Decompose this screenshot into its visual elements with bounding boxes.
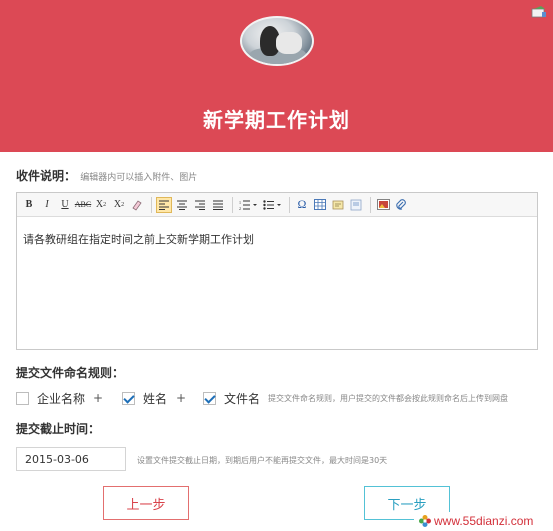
special-char-icon[interactable]: Ω	[294, 197, 310, 213]
naming-option-filename[interactable]: 文件名	[203, 390, 260, 407]
editor-content[interactable]: 请各教研组在指定时间之前上交新学期工作计划	[17, 217, 537, 261]
table-icon[interactable]	[312, 197, 328, 213]
collect-label-row: 收件说明： 编辑器内可以插入附件、图片	[16, 167, 197, 184]
image-icon[interactable]	[375, 197, 391, 213]
deadline-date-input[interactable]	[16, 447, 126, 471]
filename-checkbox[interactable]	[203, 392, 216, 405]
eraser-icon[interactable]	[129, 197, 145, 213]
italic-icon[interactable]: I	[39, 197, 55, 213]
flower-logo-icon	[419, 515, 431, 527]
naming-option-company[interactable]: 企业名称	[16, 390, 85, 407]
attachment-icon[interactable]	[393, 197, 409, 213]
site-watermark: www.55dianzi.com	[414, 512, 553, 531]
collect-hint: 编辑器内可以插入附件、图片	[80, 173, 198, 183]
company-checkbox[interactable]	[16, 392, 29, 405]
filename-label: 文件名	[224, 392, 261, 406]
subscript-icon[interactable]: X2	[111, 197, 127, 213]
align-right-icon[interactable]	[192, 197, 208, 213]
rich-text-editor[interactable]: B I U ABC X2 X2 12 Ω 请各教研组在指定时间之前上交新学期工作…	[16, 192, 538, 350]
align-justify-icon[interactable]	[210, 197, 226, 213]
svg-text:2: 2	[239, 206, 241, 210]
unordered-list-icon[interactable]	[261, 197, 283, 213]
bold-icon[interactable]: B	[21, 197, 37, 213]
skin-icon[interactable]	[531, 6, 547, 18]
name-checkbox[interactable]	[122, 392, 135, 405]
editor-toolbar: B I U ABC X2 X2 12 Ω	[17, 193, 537, 217]
deadline-label: 提交截止时间：	[16, 422, 101, 436]
name-label: 姓名	[143, 392, 168, 406]
deadline-hint: 设置文件提交截止日期，到期后用户不能再提交文件，最大时间是30天	[137, 456, 388, 465]
naming-hint: 提交文件命名规则，用户提交的文件都会按此规则命名后上传到网盘	[268, 394, 508, 403]
avatar	[240, 16, 314, 66]
naming-option-name[interactable]: 姓名	[122, 390, 167, 407]
emotion-icon[interactable]	[330, 197, 346, 213]
template-icon[interactable]	[348, 197, 364, 213]
underline-icon[interactable]: U	[57, 197, 73, 213]
svg-text:1: 1	[239, 200, 241, 205]
prev-step-button[interactable]: 上一步	[103, 486, 189, 520]
company-label: 企业名称	[37, 392, 86, 406]
align-left-icon[interactable]	[156, 196, 172, 213]
plus-sign: +	[176, 391, 187, 405]
collect-label: 收件说明：	[16, 169, 77, 183]
page-title: 新学期工作计划	[203, 108, 350, 132]
header-banner: 新学期工作计划	[0, 0, 553, 152]
ordered-list-icon[interactable]: 12	[237, 197, 259, 213]
align-center-icon[interactable]	[174, 197, 190, 213]
strikethrough-icon[interactable]: ABC	[75, 197, 91, 213]
naming-label: 提交文件命名规则：	[16, 366, 125, 380]
plus-sign: +	[93, 391, 104, 405]
watermark-text: www.55dianzi.com	[434, 514, 534, 528]
superscript-icon[interactable]: X2	[93, 197, 109, 213]
